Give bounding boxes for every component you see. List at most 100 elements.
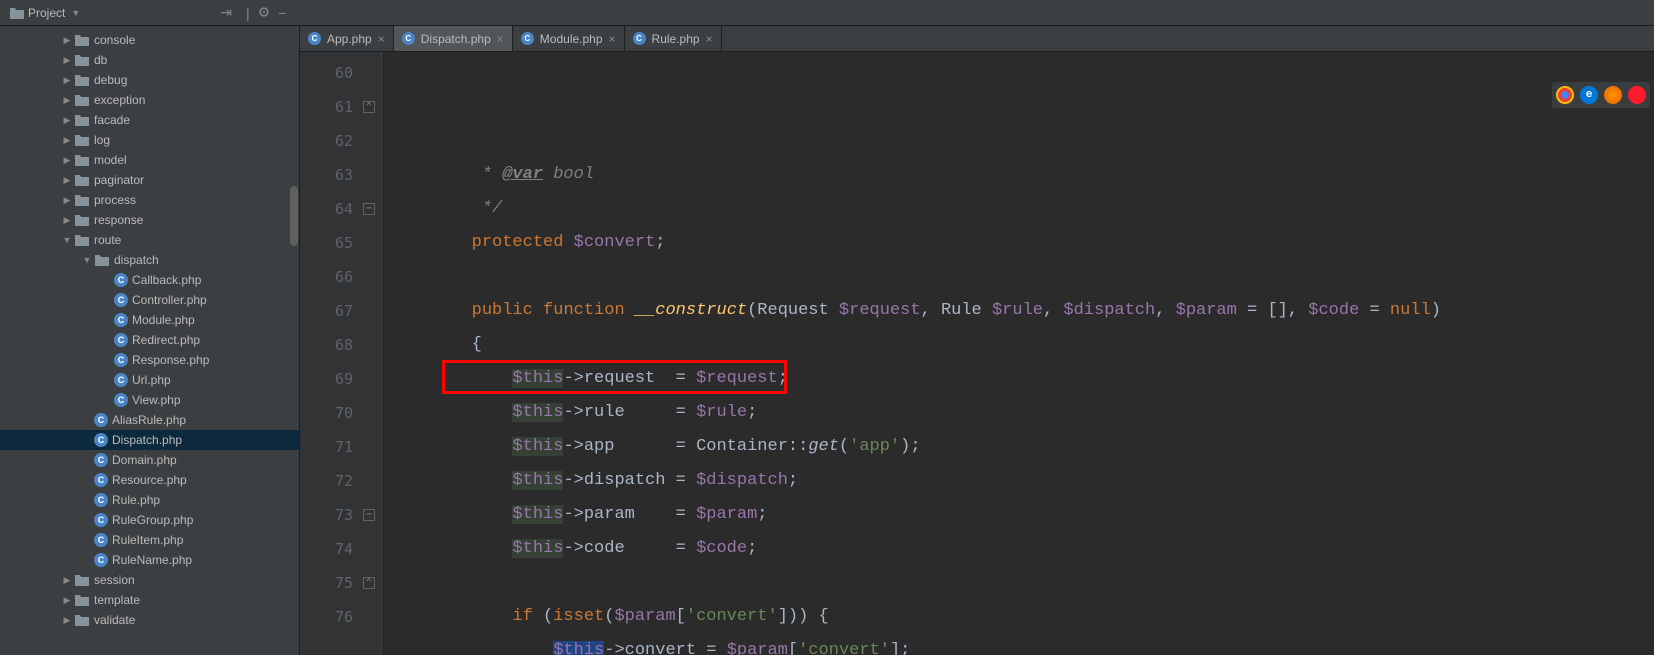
tree-folder-model[interactable]: ▶ model bbox=[0, 150, 299, 170]
app-root: Project ▼ ⇥ | ⚙ − ▶ console ▶ db ▶ debug… bbox=[0, 0, 1654, 655]
tree-folder-route[interactable]: ▼ route bbox=[0, 230, 299, 250]
fold-icon[interactable]: − bbox=[363, 509, 375, 521]
tree-folder-console[interactable]: ▶ console bbox=[0, 30, 299, 50]
tree-label: validate bbox=[94, 613, 135, 627]
collapse-icon[interactable]: ⇥ bbox=[220, 4, 232, 21]
tree-file-RuleName.php[interactable]: C RuleName.php bbox=[0, 550, 299, 570]
tree-folder-process[interactable]: ▶ process bbox=[0, 190, 299, 210]
gutter-line-72[interactable]: 72 bbox=[300, 464, 381, 498]
tree-file-Callback.php[interactable]: C Callback.php bbox=[0, 270, 299, 290]
tab-Dispatch.php[interactable]: C Dispatch.php × bbox=[394, 26, 513, 51]
line-gutter[interactable]: 6061⌃626364−656667686970717273−7475⌃76 bbox=[300, 52, 382, 655]
tree-file-RuleGroup.php[interactable]: C RuleGroup.php bbox=[0, 510, 299, 530]
edge-icon[interactable]: e bbox=[1580, 86, 1598, 104]
code-line-62[interactable]: protected $convert; bbox=[390, 226, 1654, 260]
tree-folder-response[interactable]: ▶ response bbox=[0, 210, 299, 230]
code-line-66[interactable]: $this->request = $request; bbox=[390, 362, 1654, 396]
gutter-line-76[interactable]: 76 bbox=[300, 600, 381, 634]
gutter-line-74[interactable]: 74 bbox=[300, 532, 381, 566]
editor-tabs-bar: C App.php × C Dispatch.php × C Module.ph… bbox=[300, 26, 1654, 52]
tree-file-View.php[interactable]: C View.php bbox=[0, 390, 299, 410]
gutter-line-60[interactable]: 60 bbox=[300, 56, 381, 90]
gutter-line-70[interactable]: 70 bbox=[300, 396, 381, 430]
code-line-70[interactable]: $this->param = $param; bbox=[390, 498, 1654, 532]
tree-file-Dispatch.php[interactable]: C Dispatch.php bbox=[0, 430, 299, 450]
tree-file-AliasRule.php[interactable]: C AliasRule.php bbox=[0, 410, 299, 430]
gutter-line-63[interactable]: 63 bbox=[300, 158, 381, 192]
fold-icon[interactable]: ⌃ bbox=[363, 577, 375, 589]
tree-folder-log[interactable]: ▶ log bbox=[0, 130, 299, 150]
code-line-72[interactable] bbox=[390, 566, 1654, 600]
code-area[interactable]: e * @var bool */ protected $convert; pub… bbox=[382, 52, 1654, 655]
tree-file-Redirect.php[interactable]: C Redirect.php bbox=[0, 330, 299, 350]
tree-file-Rule.php[interactable]: C Rule.php bbox=[0, 490, 299, 510]
code-line-73[interactable]: if (isset($param['convert'])) { bbox=[390, 600, 1654, 634]
firefox-icon[interactable] bbox=[1604, 86, 1622, 104]
gutter-line-75[interactable]: 75⌃ bbox=[300, 566, 381, 600]
php-file-icon: C bbox=[402, 32, 415, 45]
gutter-line-73[interactable]: 73− bbox=[300, 498, 381, 532]
gutter-line-64[interactable]: 64− bbox=[300, 192, 381, 226]
tree-label: View.php bbox=[132, 393, 181, 407]
code-line-74[interactable]: $this->convert = $param['convert']; bbox=[390, 634, 1654, 655]
tree-file-Resource.php[interactable]: C Resource.php bbox=[0, 470, 299, 490]
project-dropdown[interactable]: Project ▼ bbox=[0, 0, 90, 25]
tree-folder-paginator[interactable]: ▶ paginator bbox=[0, 170, 299, 190]
tree-folder-dispatch[interactable]: ▼ dispatch bbox=[0, 250, 299, 270]
tree-folder-session[interactable]: ▶ session bbox=[0, 570, 299, 590]
settings-gear-icon[interactable]: ⚙ bbox=[258, 4, 271, 21]
tree-folder-validate[interactable]: ▶ validate bbox=[0, 610, 299, 630]
php-file-icon: C bbox=[521, 32, 534, 45]
code-line-69[interactable]: $this->dispatch = $dispatch; bbox=[390, 464, 1654, 498]
gutter-line-68[interactable]: 68 bbox=[300, 328, 381, 362]
folder-icon bbox=[74, 113, 90, 127]
php-file-icon: C bbox=[114, 393, 128, 407]
tree-folder-exception[interactable]: ▶ exception bbox=[0, 90, 299, 110]
code-line-67[interactable]: $this->rule = $rule; bbox=[390, 396, 1654, 430]
main-area: ▶ console ▶ db ▶ debug ▶ exception ▶ fac… bbox=[0, 26, 1654, 655]
tree-file-Domain.php[interactable]: C Domain.php bbox=[0, 450, 299, 470]
code-line-71[interactable]: $this->code = $code; bbox=[390, 532, 1654, 566]
tab-Module.php[interactable]: C Module.php × bbox=[513, 26, 625, 51]
fold-icon[interactable]: ⌃ bbox=[363, 101, 375, 113]
gutter-line-62[interactable]: 62 bbox=[300, 124, 381, 158]
gutter-line-67[interactable]: 67 bbox=[300, 294, 381, 328]
gutter-line-65[interactable]: 65 bbox=[300, 226, 381, 260]
gutter-line-66[interactable]: 66 bbox=[300, 260, 381, 294]
gutter-line-71[interactable]: 71 bbox=[300, 430, 381, 464]
tree-file-RuleItem.php[interactable]: C RuleItem.php bbox=[0, 530, 299, 550]
tree-folder-facade[interactable]: ▶ facade bbox=[0, 110, 299, 130]
tree-file-Response.php[interactable]: C Response.php bbox=[0, 350, 299, 370]
close-icon[interactable]: × bbox=[609, 32, 616, 46]
code-line-61[interactable]: */ bbox=[390, 192, 1654, 226]
code-line-60[interactable]: * @var bool bbox=[390, 158, 1654, 192]
close-icon[interactable]: × bbox=[706, 32, 713, 46]
folder-icon bbox=[74, 193, 90, 207]
tree-file-Url.php[interactable]: C Url.php bbox=[0, 370, 299, 390]
fold-icon[interactable]: − bbox=[363, 203, 375, 215]
tab-App.php[interactable]: C App.php × bbox=[300, 26, 394, 51]
tree-label: process bbox=[94, 193, 136, 207]
code-line-65[interactable]: { bbox=[390, 328, 1654, 362]
gutter-line-69[interactable]: 69 bbox=[300, 362, 381, 396]
tree-file-Module.php[interactable]: C Module.php bbox=[0, 310, 299, 330]
close-icon[interactable]: × bbox=[378, 32, 385, 46]
code-line-68[interactable]: $this->app = Container::get('app'); bbox=[390, 430, 1654, 464]
code-line-63[interactable] bbox=[390, 260, 1654, 294]
tree-folder-template[interactable]: ▶ template bbox=[0, 590, 299, 610]
close-icon[interactable]: × bbox=[497, 32, 504, 46]
tree-folder-db[interactable]: ▶ db bbox=[0, 50, 299, 70]
project-sidebar[interactable]: ▶ console ▶ db ▶ debug ▶ exception ▶ fac… bbox=[0, 26, 300, 655]
gutter-line-61[interactable]: 61⌃ bbox=[300, 90, 381, 124]
tab-Rule.php[interactable]: C Rule.php × bbox=[625, 26, 722, 51]
sidebar-scrollbar[interactable] bbox=[290, 186, 298, 246]
chrome-icon[interactable] bbox=[1556, 86, 1574, 104]
project-tree: ▶ console ▶ db ▶ debug ▶ exception ▶ fac… bbox=[0, 26, 299, 630]
opera-icon[interactable] bbox=[1628, 86, 1646, 104]
hide-panel-icon[interactable]: − bbox=[278, 5, 286, 21]
tree-file-Controller.php[interactable]: C Controller.php bbox=[0, 290, 299, 310]
folder-icon bbox=[74, 213, 90, 227]
code-line-64[interactable]: public function __construct(Request $req… bbox=[390, 294, 1654, 328]
tree-label: console bbox=[94, 33, 135, 47]
tree-folder-debug[interactable]: ▶ debug bbox=[0, 70, 299, 90]
